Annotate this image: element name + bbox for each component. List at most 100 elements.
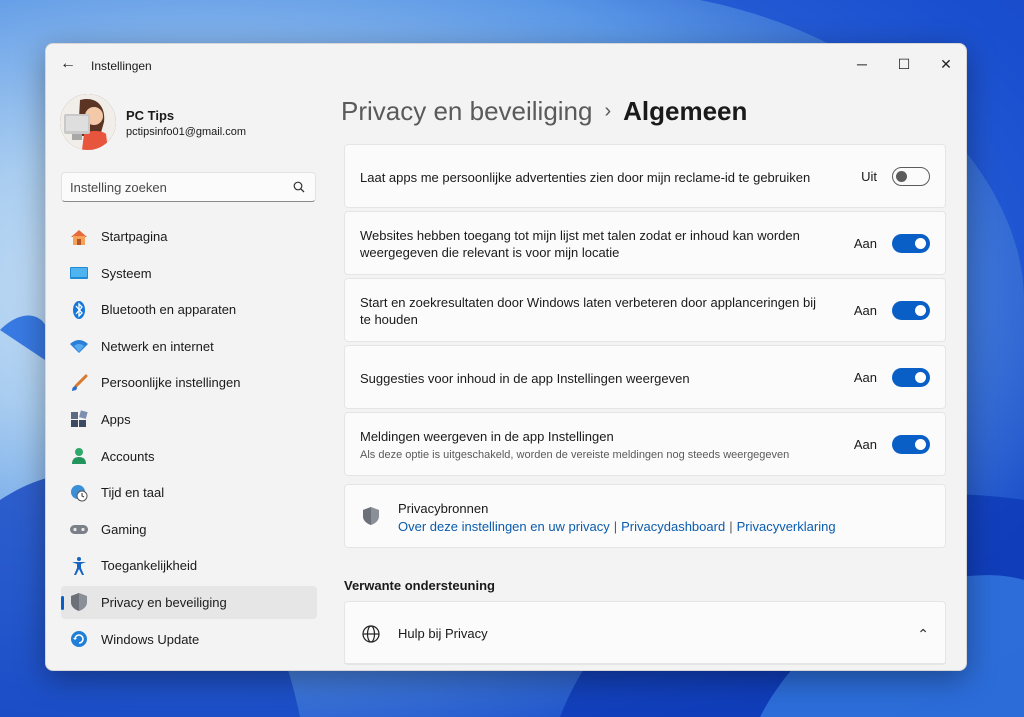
suggested-content-toggle[interactable]: [892, 368, 930, 387]
breadcrumb-separator: ›: [604, 100, 612, 122]
privacy-resources-title: Privacybronnen: [398, 501, 489, 516]
shield-icon: [69, 592, 89, 612]
back-button[interactable]: ←: [58, 55, 78, 75]
close-button[interactable]: ✕: [926, 50, 966, 78]
settings-window: ← Instellingen ─ ☐ ✕ PC Tips pctipsinfo0…: [45, 43, 967, 671]
brush-icon: [69, 373, 89, 393]
setting-label: Meldingen weergeven in de app Instelling…: [360, 429, 614, 444]
sidebar-item-accounts[interactable]: Accounts: [61, 440, 317, 473]
setting-row-language-list: Websites hebben toegang tot mijn lijst m…: [344, 211, 946, 275]
sidebar-item-toegankelijkheid[interactable]: Toegankelijkheid: [61, 549, 317, 582]
privacy-dashboard-link[interactable]: Privacydashboard: [621, 519, 725, 534]
language-list-toggle[interactable]: [892, 234, 930, 253]
divider: [344, 663, 946, 664]
toggle-state-label: Uit: [861, 169, 877, 184]
home-icon: [69, 227, 89, 247]
link-separator: |: [729, 519, 733, 534]
setting-row-notifications: Meldingen weergeven in de app Instelling…: [344, 412, 946, 476]
notifications-toggle[interactable]: [892, 435, 930, 454]
sidebar-item-label: Persoonlijke instellingen: [101, 375, 241, 391]
search-input[interactable]: [70, 178, 285, 196]
toggle-state-label: Aan: [853, 370, 877, 385]
profile-email: pctipsinfo01@gmail.com: [126, 126, 246, 138]
toggle-state-label: Aan: [853, 437, 877, 452]
profile-name: PC Tips: [126, 108, 175, 123]
sidebar-item-persoonlijk[interactable]: Persoonlijke instellingen: [61, 366, 317, 399]
minimize-button[interactable]: ─: [842, 50, 882, 78]
breadcrumb: Privacy en beveiliging › Algemeen: [341, 96, 747, 127]
page-title: Algemeen: [623, 96, 748, 126]
setting-label: Websites hebben toegang tot mijn lijst m…: [360, 228, 800, 260]
sidebar-item-label: Startpagina: [101, 229, 168, 244]
person-icon: [69, 446, 89, 466]
sidebar-item-windows-update[interactable]: Windows Update: [61, 623, 317, 656]
sidebar-item-label: Privacy en beveiliging: [101, 594, 227, 610]
breadcrumb-parent-link[interactable]: Privacy en beveiliging: [341, 96, 592, 126]
setting-label: Start en zoekresultaten door Windows lat…: [360, 295, 816, 327]
toggle-knob: [915, 305, 926, 316]
related-support-heading: Verwante ondersteuning: [344, 578, 495, 593]
search-icon[interactable]: [293, 181, 305, 193]
sidebar-item-label: Systeem: [101, 265, 152, 281]
maximize-icon: ☐: [897, 56, 911, 72]
accessibility-icon: [69, 556, 89, 576]
globe-icon: [361, 624, 381, 649]
shield-icon: [361, 506, 381, 531]
avatar: [60, 94, 116, 150]
toggle-knob: [915, 439, 926, 450]
toggle-state-label: Aan: [853, 303, 877, 318]
search-box[interactable]: [61, 172, 316, 202]
chevron-up-icon[interactable]: ⌃: [917, 626, 929, 643]
help-privacy-label: Hulp bij Privacy: [398, 626, 488, 641]
advertising-id-toggle[interactable]: [892, 167, 930, 186]
toggle-knob: [915, 372, 926, 383]
title-bar: ← Instellingen ─ ☐ ✕: [46, 44, 966, 84]
setting-description: Als deze optie is uitgeschakeld, worden …: [360, 449, 790, 461]
sidebar-item-label: Tijd en taal: [101, 485, 165, 501]
bluetooth-icon: [69, 300, 89, 320]
close-icon: ✕: [940, 56, 952, 72]
sidebar-item-startpagina[interactable]: Startpagina: [61, 220, 317, 253]
sidebar-nav: Startpagina Systeem Bluetooth en apparat…: [61, 220, 317, 659]
sidebar-item-label: Gaming: [101, 521, 147, 537]
sidebar-item-netwerk[interactable]: Netwerk en internet: [61, 330, 317, 363]
privacy-resources-card: Privacybronnen Over deze instellingen en…: [344, 484, 946, 548]
apps-icon: [69, 409, 89, 429]
help-privacy-expander[interactable]: Hulp bij Privacy ⌃: [344, 601, 946, 665]
setting-label: Laat apps me persoonlijke advertenties z…: [360, 170, 811, 185]
sidebar-item-bluetooth[interactable]: Bluetooth en apparaten: [61, 293, 317, 326]
sidebar-item-apps[interactable]: Apps: [61, 403, 317, 436]
link-separator: |: [613, 519, 618, 534]
privacy-statement-link[interactable]: Privacyverklaring: [737, 519, 836, 534]
sidebar-item-label: Windows Update: [101, 631, 200, 647]
sidebar-item-tijd[interactable]: Tijd en taal: [61, 476, 317, 509]
app-launch-tracking-toggle[interactable]: [892, 301, 930, 320]
back-arrow-icon: ←: [60, 55, 76, 72]
setting-row-suggested-content: Suggesties voor inhoud in de app Instell…: [344, 345, 946, 409]
app-title: Instellingen: [91, 59, 152, 73]
wifi-icon: [69, 336, 89, 356]
sidebar-item-systeem[interactable]: Systeem: [61, 257, 317, 290]
clock-globe-icon: [69, 483, 89, 503]
sidebar-item-label: Toegankelijkheid: [101, 558, 198, 574]
sidebar-item-label: Accounts: [101, 448, 155, 464]
toggle-state-label: Aan: [853, 236, 877, 251]
toggle-knob: [915, 238, 926, 249]
setting-row-app-launch-tracking: Start en zoekresultaten door Windows lat…: [344, 278, 946, 342]
setting-row-advertising-id: Laat apps me persoonlijke advertenties z…: [344, 144, 946, 208]
privacy-settings-info-link[interactable]: Over deze instellingen en uw privacy: [398, 519, 610, 534]
privacy-resources-links: Over deze instellingen en uw privacy | Pri…: [398, 519, 836, 534]
setting-label: Suggesties voor inhoud in de app Instell…: [360, 371, 690, 386]
toggle-knob: [896, 171, 907, 182]
maximize-button[interactable]: ☐: [884, 50, 924, 78]
update-icon: [69, 629, 89, 649]
avatar-illustration: [60, 94, 116, 150]
sidebar-item-label: Bluetooth en apparaten: [101, 302, 237, 318]
sidebar-item-label: Apps: [101, 411, 131, 427]
sidebar-item-privacy[interactable]: Privacy en beveiliging: [61, 585, 317, 619]
gamepad-icon: [69, 519, 89, 539]
sidebar-item-gaming[interactable]: Gaming: [61, 513, 317, 546]
setting-text-group: Meldingen weergeven in de app Instelling…: [360, 428, 840, 464]
monitor-icon: [69, 263, 89, 283]
minimize-icon: ─: [857, 56, 867, 72]
